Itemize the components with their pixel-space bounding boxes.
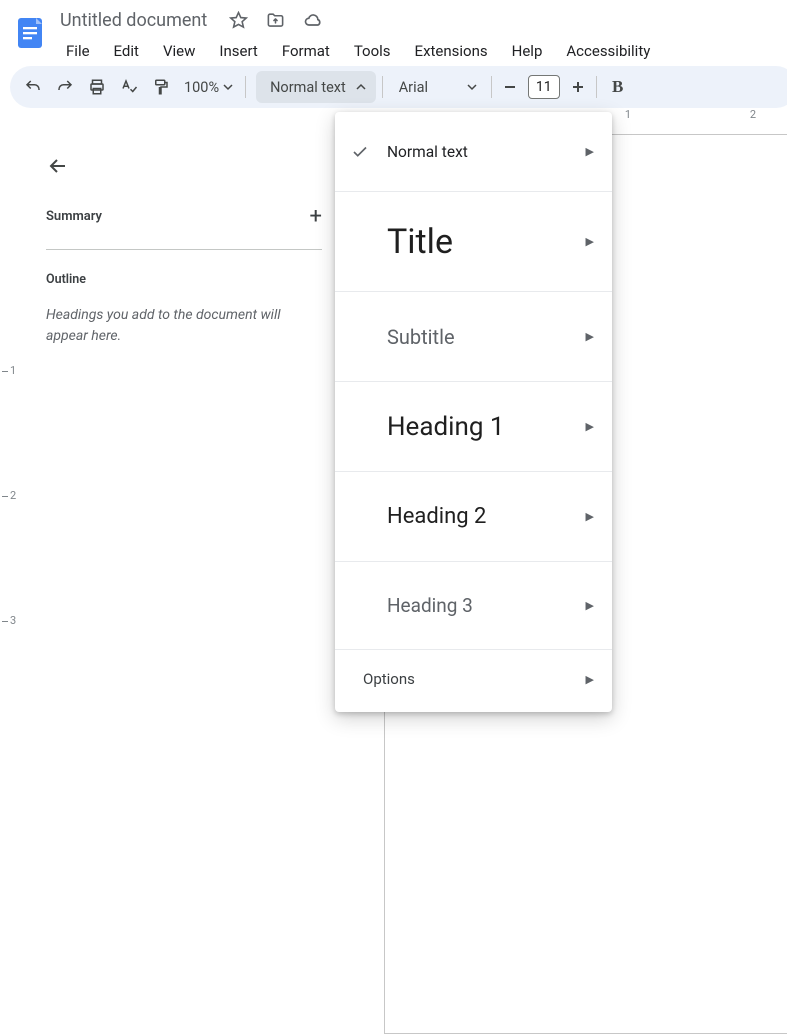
spellcheck-button[interactable] <box>114 72 144 102</box>
app-header: Untitled document File Edit View Insert … <box>0 0 787 64</box>
increase-font-size-button[interactable] <box>566 72 590 102</box>
menu-format[interactable]: Format <box>272 38 340 64</box>
document-title[interactable]: Untitled document <box>56 8 211 33</box>
style-option-label: Title <box>387 222 453 262</box>
bold-button[interactable]: B <box>603 72 633 102</box>
zoom-dropdown[interactable]: 100% <box>178 79 239 96</box>
cloud-status-icon[interactable] <box>303 10 323 30</box>
menu-insert[interactable]: Insert <box>209 38 267 64</box>
check-icon <box>351 143 369 161</box>
submenu-arrow-icon: ▶ <box>586 673 594 686</box>
style-option-heading-1[interactable]: Heading 1 ▶ <box>335 382 612 472</box>
outline-label: Outline <box>46 272 322 287</box>
toolbar-separator <box>596 76 597 98</box>
menu-file[interactable]: File <box>56 38 100 64</box>
style-option-label: Heading 2 <box>387 504 486 529</box>
undo-button[interactable] <box>18 72 48 102</box>
style-options[interactable]: Options ▶ <box>335 650 612 708</box>
paragraph-styles-menu: Normal text ▶ Title ▶ Subtitle ▶ Heading… <box>335 112 612 712</box>
chevron-down-icon <box>467 82 477 92</box>
outline-panel: Summary + Outline Headings you add to th… <box>22 134 342 347</box>
style-option-heading-3[interactable]: Heading 3 ▶ <box>335 562 612 650</box>
move-folder-icon[interactable] <box>266 11 285 30</box>
menu-extensions[interactable]: Extensions <box>405 38 498 64</box>
toolbar: 100% Normal text Arial B <box>10 66 787 108</box>
style-option-label: Normal text <box>387 143 468 161</box>
star-icon[interactable] <box>229 11 248 30</box>
style-selector-label: Normal text <box>270 79 346 96</box>
summary-label: Summary <box>46 209 102 224</box>
menu-help[interactable]: Help <box>502 38 553 64</box>
vertical-ruler[interactable]: 1 2 3 <box>0 134 18 741</box>
style-option-heading-2[interactable]: Heading 2 ▶ <box>335 472 612 562</box>
chevron-up-icon <box>356 82 366 92</box>
style-option-label: Heading 3 <box>387 594 473 617</box>
toolbar-separator <box>491 76 492 98</box>
chevron-down-icon <box>223 82 233 92</box>
style-option-normal-text[interactable]: Normal text ▶ <box>335 112 612 192</box>
divider <box>46 249 322 250</box>
submenu-arrow-icon: ▶ <box>586 145 594 158</box>
close-outline-button[interactable] <box>46 154 70 178</box>
toolbar-separator <box>382 76 383 98</box>
menu-accessibility[interactable]: Accessibility <box>556 38 660 64</box>
zoom-label: 100% <box>184 79 219 96</box>
print-button[interactable] <box>82 72 112 102</box>
style-option-label: Subtitle <box>387 325 455 349</box>
toolbar-separator <box>245 76 246 98</box>
decrease-font-size-button[interactable] <box>498 72 522 102</box>
font-label: Arial <box>399 79 428 96</box>
submenu-arrow-icon: ▶ <box>586 330 594 343</box>
paragraph-styles-dropdown[interactable]: Normal text <box>256 71 376 103</box>
font-family-dropdown[interactable]: Arial <box>389 71 485 103</box>
menu-edit[interactable]: Edit <box>104 38 149 64</box>
submenu-arrow-icon: ▶ <box>586 235 594 248</box>
menu-bar: File Edit View Insert Format Tools Exten… <box>56 36 777 66</box>
style-options-label: Options <box>363 670 415 688</box>
font-size-group <box>498 72 590 102</box>
redo-button[interactable] <box>50 72 80 102</box>
style-option-title[interactable]: Title ▶ <box>335 192 612 292</box>
menu-tools[interactable]: Tools <box>344 38 401 64</box>
title-zone: Untitled document File Edit View Insert … <box>50 6 777 66</box>
style-option-subtitle[interactable]: Subtitle ▶ <box>335 292 612 382</box>
submenu-arrow-icon: ▶ <box>586 510 594 523</box>
paint-format-button[interactable] <box>146 72 176 102</box>
menu-view[interactable]: View <box>153 38 205 64</box>
docs-logo[interactable] <box>10 6 50 58</box>
submenu-arrow-icon: ▶ <box>586 420 594 433</box>
style-option-label: Heading 1 <box>387 412 504 442</box>
font-size-input[interactable] <box>528 75 560 99</box>
submenu-arrow-icon: ▶ <box>586 599 594 612</box>
outline-empty-text: Headings you add to the document will ap… <box>46 305 322 347</box>
add-summary-button[interactable]: + <box>310 204 322 229</box>
